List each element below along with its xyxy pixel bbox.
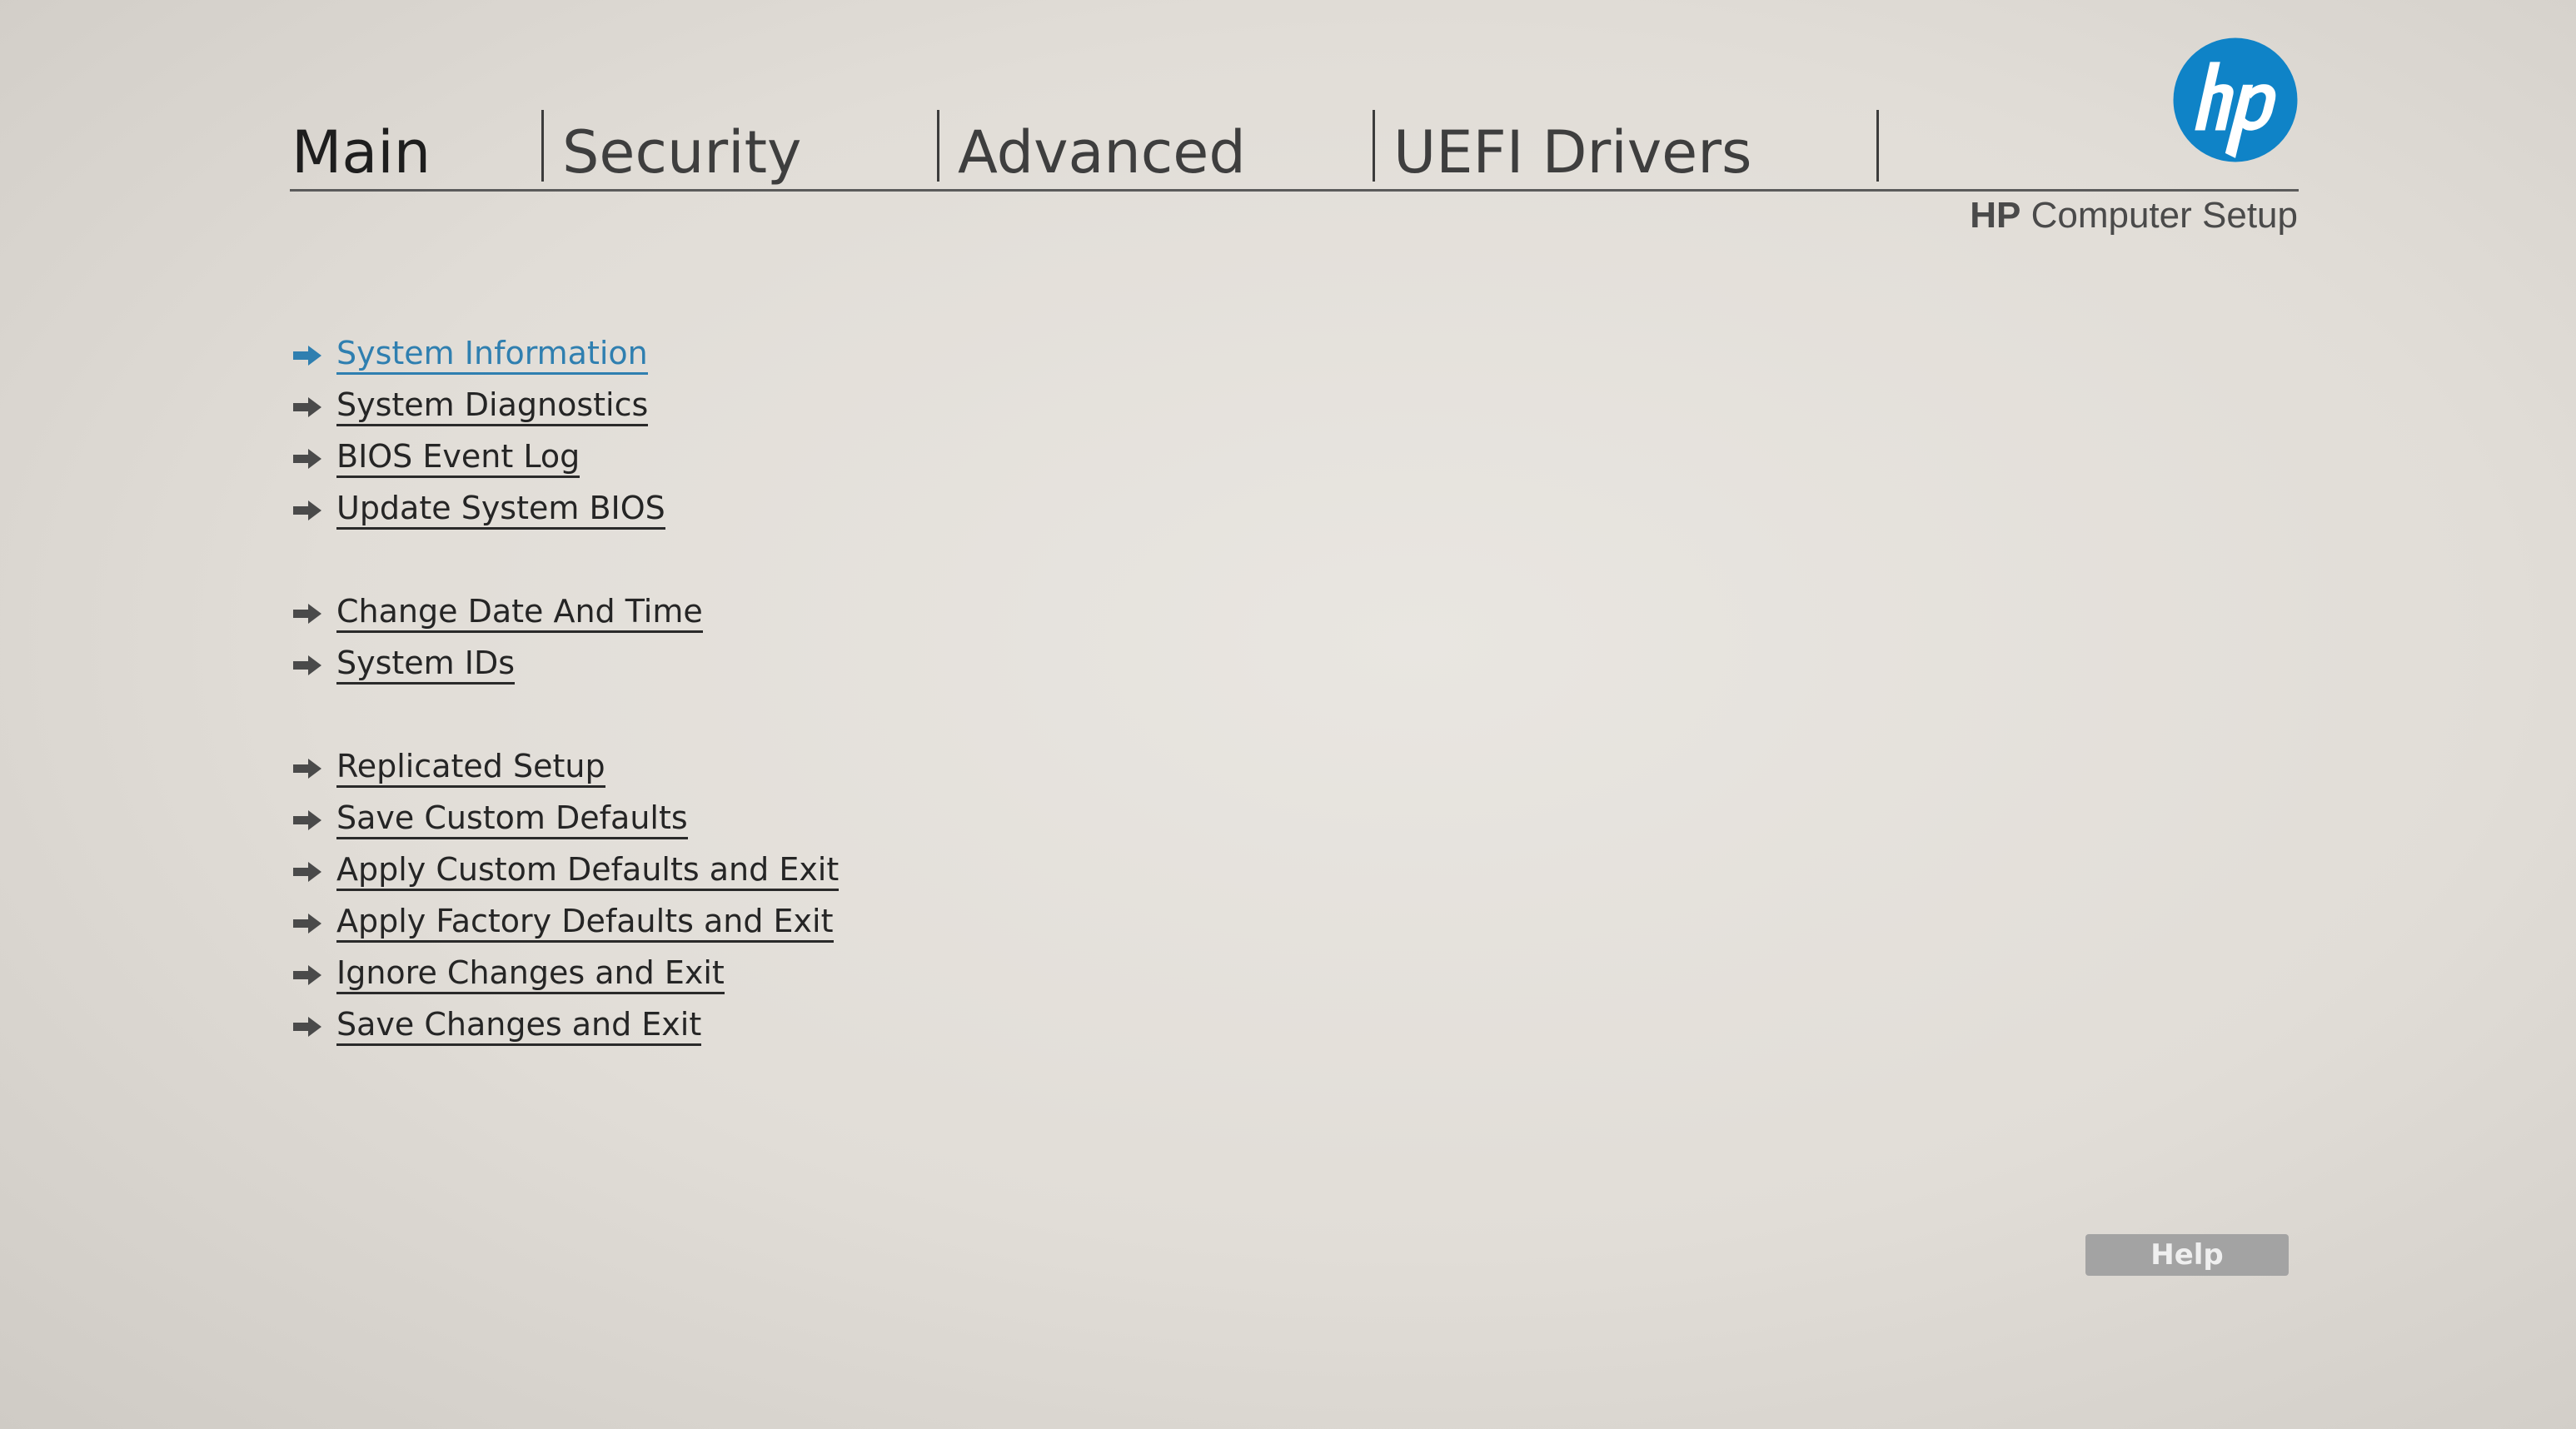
menu-item-update-system-bios[interactable]: Update System BIOS bbox=[291, 485, 839, 536]
tab-main[interactable]: Main bbox=[291, 123, 541, 188]
arrow-right-icon bbox=[293, 397, 321, 417]
arrow-right-icon bbox=[293, 914, 321, 934]
subtitle-product: Computer Setup bbox=[2030, 195, 2298, 236]
menu-item-replicated-setup[interactable]: Replicated Setup bbox=[291, 743, 839, 794]
menu-item-apply-custom-defaults-and-exit[interactable]: Apply Custom Defaults and Exit bbox=[291, 846, 840, 898]
menu-item-label: System Diagnostics bbox=[336, 387, 649, 427]
header-divider bbox=[290, 189, 2299, 192]
menu-item-ignore-changes-and-exit[interactable]: Ignore Changes and Exit bbox=[291, 949, 839, 1001]
arrow-right-icon bbox=[293, 449, 321, 469]
arrow-right-icon bbox=[293, 965, 321, 985]
arrow-right-icon bbox=[293, 604, 321, 624]
tab-separator bbox=[1876, 110, 1879, 182]
menu-item-label: System Information bbox=[336, 336, 648, 376]
tab-bar: Main Security Advanced UEFI Drivers bbox=[291, 107, 1879, 188]
menu-item-label: Save Changes and Exit bbox=[336, 1007, 702, 1047]
menu-item-bios-event-log[interactable]: BIOS Event Log bbox=[291, 433, 839, 485]
menu-item-label: Replicated Setup bbox=[336, 749, 605, 789]
menu-item-label: Save Custom Defaults bbox=[336, 800, 688, 840]
menu-item-system-ids[interactable]: System IDs bbox=[291, 640, 839, 691]
menu-item-change-date-and-time[interactable]: Change Date And Time bbox=[291, 588, 839, 640]
tab-security[interactable]: Security bbox=[544, 123, 937, 188]
menu-item-save-changes-and-exit[interactable]: Save Changes and Exit bbox=[291, 1001, 839, 1053]
arrow-right-icon bbox=[293, 1017, 321, 1037]
menu-item-label: Apply Factory Defaults and Exit bbox=[336, 904, 834, 944]
menu-item-label: System IDs bbox=[336, 645, 516, 685]
menu-item-label: Apply Custom Defaults and Exit bbox=[336, 852, 840, 892]
arrow-right-icon bbox=[293, 500, 321, 520]
menu-item-label: Ignore Changes and Exit bbox=[336, 955, 725, 995]
menu-item-label: Change Date And Time bbox=[336, 594, 703, 634]
help-button[interactable]: Help bbox=[2085, 1234, 2289, 1276]
tab-uefi-drivers[interactable]: UEFI Drivers bbox=[1375, 123, 1876, 188]
main-menu: System Information System Diagnostics BI… bbox=[291, 330, 840, 1053]
menu-item-label: BIOS Event Log bbox=[336, 439, 580, 479]
arrow-right-icon bbox=[293, 655, 321, 675]
app-subtitle: HP Computer Setup bbox=[1970, 195, 2298, 237]
menu-item-label: Update System BIOS bbox=[336, 490, 665, 530]
menu-item-apply-factory-defaults-and-exit[interactable]: Apply Factory Defaults and Exit bbox=[291, 898, 839, 949]
tab-advanced[interactable]: Advanced bbox=[939, 123, 1373, 188]
menu-item-system-diagnostics[interactable]: System Diagnostics bbox=[291, 381, 839, 433]
arrow-right-icon bbox=[293, 810, 321, 830]
arrow-right-icon bbox=[293, 862, 321, 882]
menu-item-system-information[interactable]: System Information bbox=[291, 330, 839, 381]
arrow-right-icon bbox=[293, 759, 321, 779]
hp-logo-icon bbox=[2173, 37, 2298, 162]
arrow-right-icon bbox=[293, 346, 321, 366]
subtitle-brand: HP bbox=[1970, 195, 2021, 236]
menu-item-save-custom-defaults[interactable]: Save Custom Defaults bbox=[291, 794, 839, 846]
